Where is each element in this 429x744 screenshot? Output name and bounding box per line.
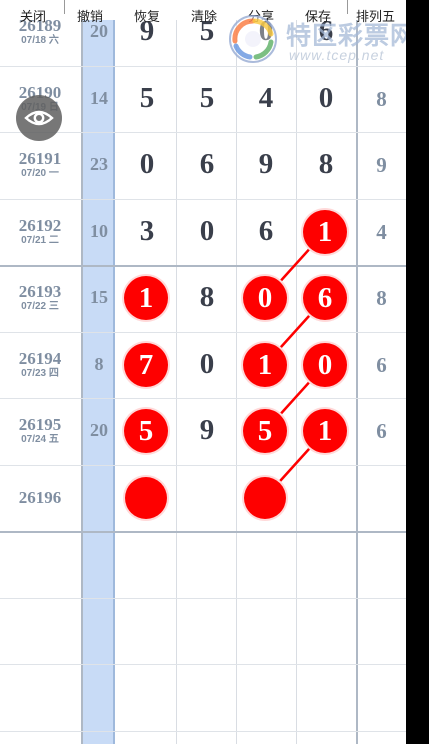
clear-button[interactable]: 清除 — [191, 6, 217, 25]
watermark-url: www.tcep.net — [289, 47, 385, 63]
undo-button[interactable]: 撤销 — [77, 6, 103, 25]
marked-number-ball[interactable]: 7 — [124, 342, 168, 387]
pending-marker-ball[interactable] — [125, 476, 167, 519]
marked-number-ball[interactable]: 5 — [243, 409, 287, 454]
pending-marker-ball[interactable] — [244, 476, 286, 519]
marked-number-ball[interactable]: 0 — [243, 276, 287, 321]
toggle-visibility-button[interactable] — [16, 95, 62, 141]
close-button[interactable]: 关闭 — [20, 6, 46, 25]
marked-number-ball[interactable]: 1 — [124, 276, 168, 321]
marked-number-ball[interactable]: 5 — [124, 409, 168, 454]
redo-button[interactable]: 恢复 — [134, 6, 160, 25]
marked-number-ball[interactable]: 1 — [303, 409, 347, 454]
marked-number-ball[interactable]: 1 — [243, 342, 287, 387]
eye-icon — [24, 110, 54, 126]
marked-number-ball[interactable]: 0 — [303, 342, 347, 387]
app-window: 2618907/18 六2095062619007/19 日1455408261… — [0, 0, 406, 744]
logo-emblem-icon — [229, 15, 277, 63]
marked-number-ball[interactable]: 1 — [303, 209, 347, 254]
marked-number-ball[interactable]: 6 — [303, 276, 347, 321]
toolbar-divider — [64, 0, 65, 14]
watermark-logo: 特区彩票网 www.tcep.net — [226, 10, 406, 70]
